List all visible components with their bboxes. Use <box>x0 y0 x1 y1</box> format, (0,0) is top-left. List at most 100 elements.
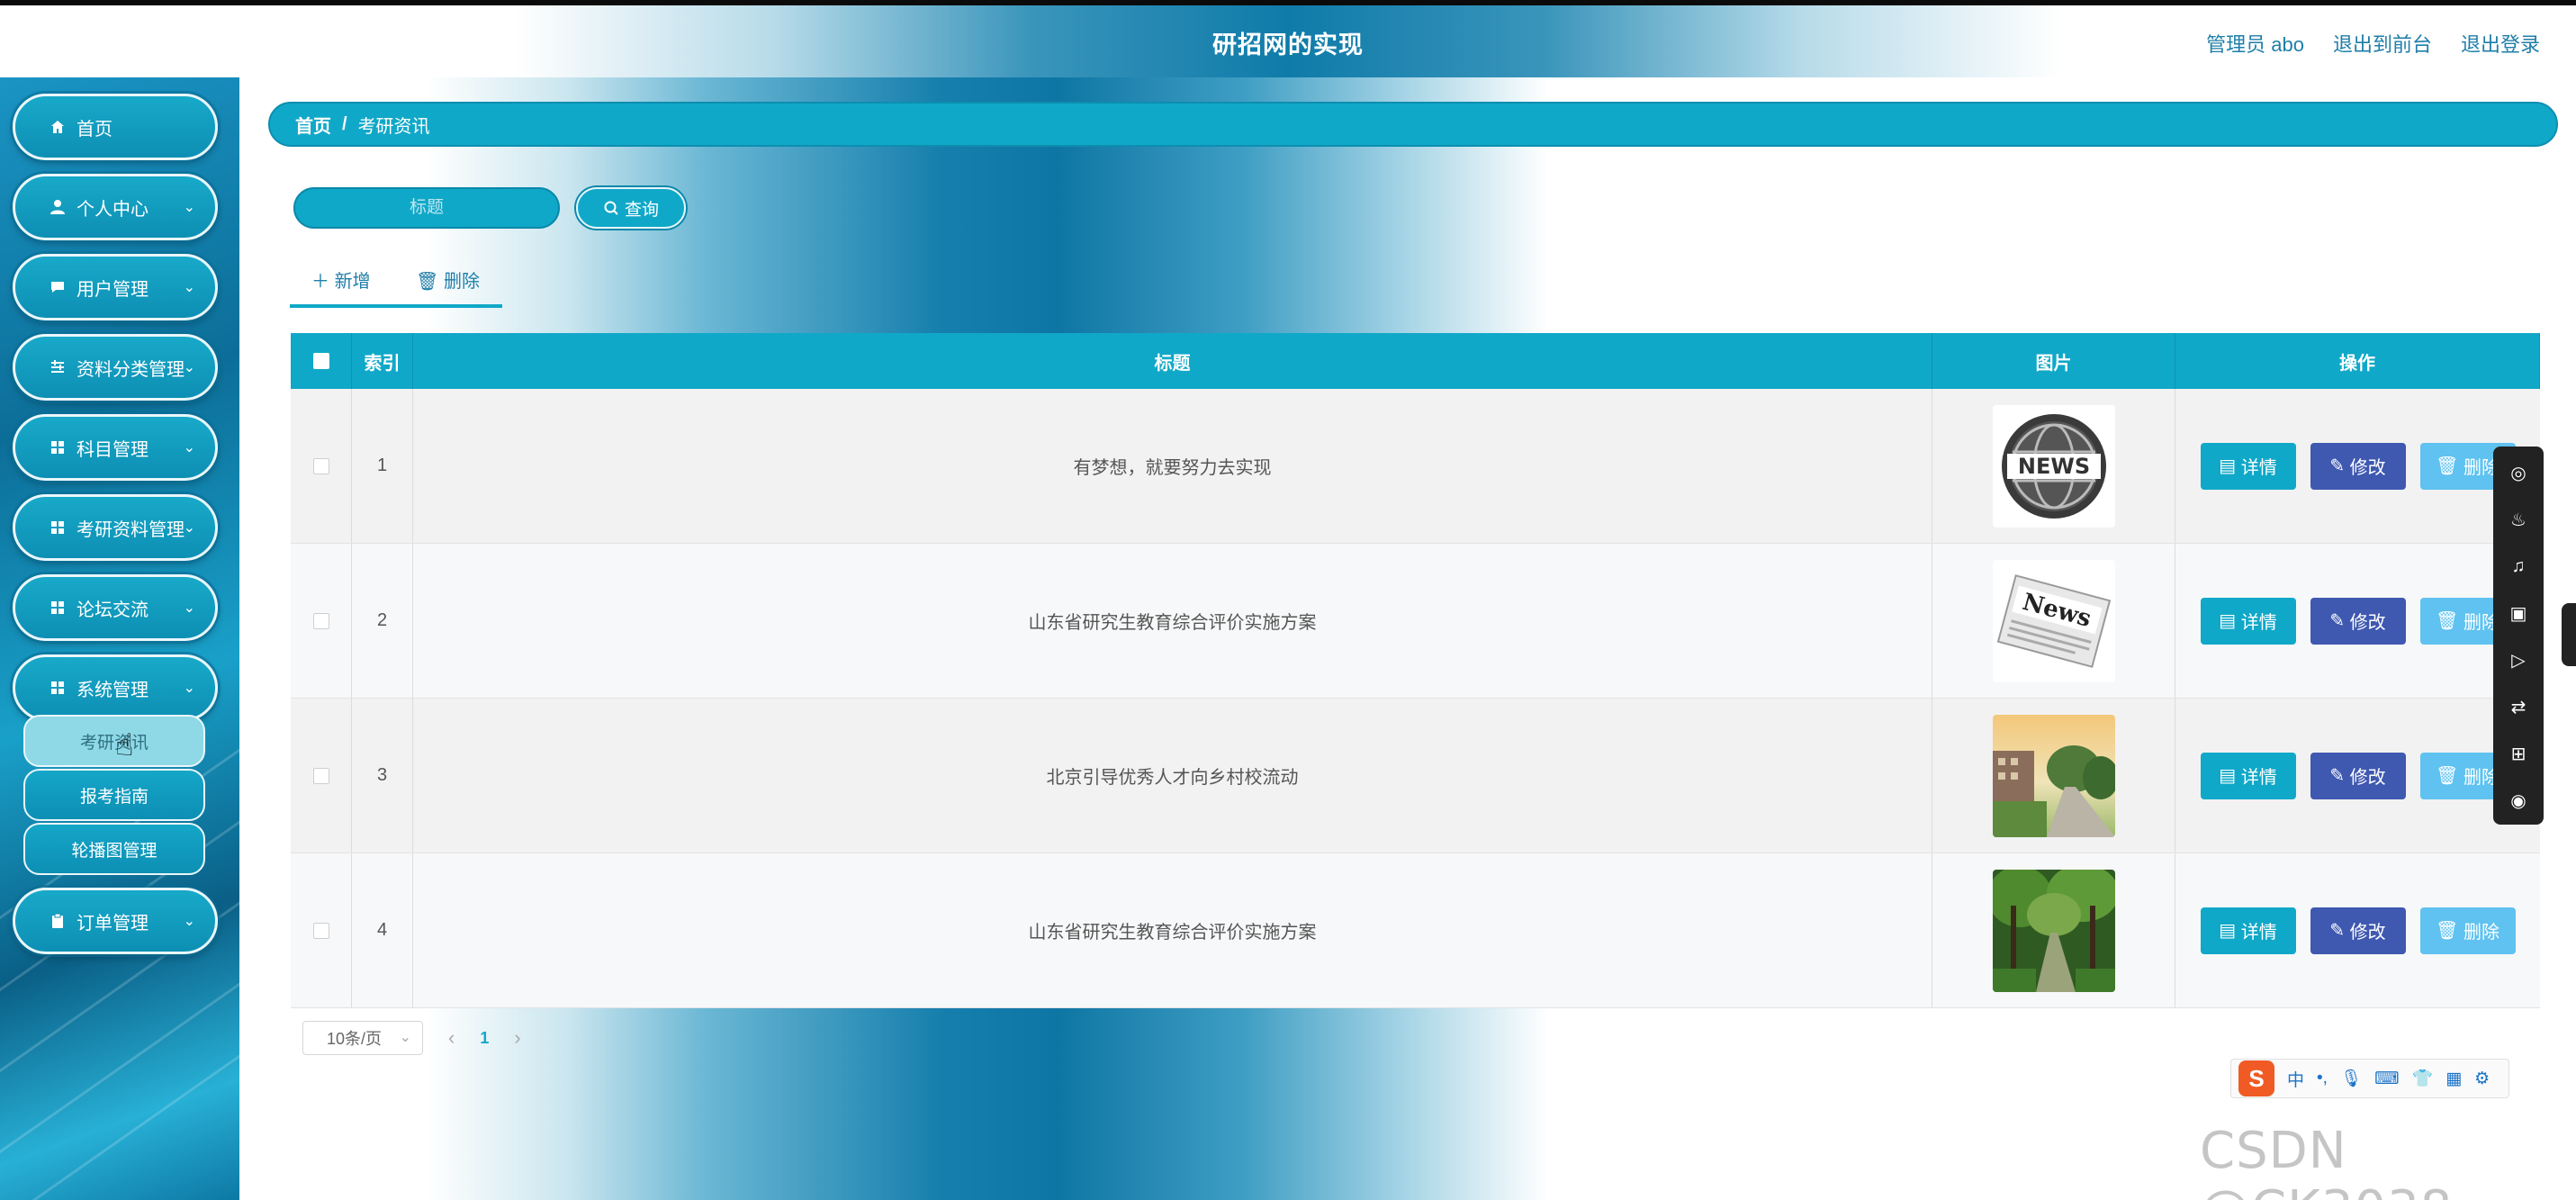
microphone-icon[interactable]: 🎙 <box>2340 1068 2362 1089</box>
hand-cursor-icon: ☝ <box>115 728 134 762</box>
row-check-cell <box>291 853 352 1007</box>
trash-icon: 🗑 <box>2436 921 2463 941</box>
logout-link[interactable]: 退出登录 <box>2461 29 2540 58</box>
main-content: 首页 / 考研资讯 标题 查询 ＋ 新增 🗑 删除 索引 标题 图片 操作 1 … <box>239 77 2576 1200</box>
flame-icon[interactable]: ♨ <box>2506 506 2531 533</box>
watermark: CSDN @CK3038 <box>2200 1122 2452 1200</box>
page-size-select[interactable]: 10条/页 ⌄ <box>302 1021 423 1055</box>
pagination: 10条/页 ⌄ ‹ 1 › <box>302 1021 521 1055</box>
edit-button-label: 修改 <box>2349 613 2386 633</box>
bulk-delete-button[interactable]: 🗑 删除 <box>416 266 480 293</box>
header-select-all[interactable] <box>291 333 352 389</box>
sidebar-item-label: 考研资料管理 <box>77 519 185 540</box>
apps-grid-icon[interactable]: ▦ <box>2445 1069 2462 1089</box>
compress-icon[interactable]: ⊞ <box>2506 740 2531 767</box>
title-search-input[interactable]: 标题 <box>293 187 560 229</box>
row-checkbox[interactable] <box>312 922 329 939</box>
detail-button[interactable]: ▤ 详情 <box>2200 752 2296 799</box>
chevron-down-icon: ⌄ <box>183 360 195 375</box>
chevron-down-icon: ⌄ <box>183 200 195 215</box>
chevron-down-icon: ⌄ <box>183 681 195 696</box>
breadcrumb-separator: / <box>342 113 347 134</box>
row-checkbox[interactable] <box>312 457 329 474</box>
sidebar-item-label: 订单管理 <box>77 913 149 934</box>
newspaper-image: News <box>1992 559 2115 682</box>
prev-page-icon[interactable]: ‹ <box>448 1026 455 1050</box>
news-globe-image: NEWS <box>1992 404 2115 528</box>
row-title: 山东省研究生教育综合评价实施方案 <box>413 544 1932 698</box>
add-button[interactable]: ＋ 新增 <box>311 266 371 293</box>
sidebar-item-home[interactable]: 首页 <box>13 94 218 160</box>
swap-icon[interactable]: ⇄ <box>2506 693 2531 720</box>
detail-button-label: 详情 <box>2240 923 2277 943</box>
sidebar-item-category-management[interactable]: 资料分类管理 ⌄ <box>13 334 218 401</box>
row-checkbox[interactable] <box>312 612 329 629</box>
play-file-icon[interactable]: ▷ <box>2506 646 2531 673</box>
submenu-item-guide[interactable]: 报考指南 <box>23 769 205 821</box>
table-row: 4 山东省研究生教育综合评价实施方案 ▤ 详情 ✎ 修改 🗑 删除 <box>291 853 2540 1008</box>
sidebar-item-order-management[interactable]: 订单管理 ⌄ <box>13 888 218 954</box>
sidebar-item-label: 资料分类管理 <box>77 359 185 380</box>
shirt-icon[interactable]: 👕 <box>2412 1068 2434 1089</box>
table-row: 2 山东省研究生教育综合评价实施方案 News ▤ 详情 ✎ 修改 🗑 删除 <box>291 544 2540 699</box>
tools-icon[interactable]: ⚙ <box>2474 1069 2490 1089</box>
sidebar-item-forum[interactable]: 论坛交流 ⌄ <box>13 574 218 641</box>
sidebar-item-system-management[interactable]: 系统管理 ⌄ <box>13 654 218 721</box>
search-lens-icon[interactable]: ◎ <box>2506 459 2531 486</box>
row-image-cell: NEWS <box>1932 389 2175 543</box>
chat-icon <box>48 277 68 297</box>
row-index: 1 <box>352 389 413 543</box>
floating-toolbar-handle[interactable] <box>2562 603 2576 666</box>
edit-button-label: 修改 <box>2349 768 2386 788</box>
ime-mode[interactable]: 中 <box>2287 1067 2304 1091</box>
row-image-cell <box>1932 699 2175 853</box>
row-title: 北京引导优秀人才向乡村校流动 <box>413 699 1932 853</box>
submenu-item-news[interactable]: 考研资讯 <box>23 715 205 767</box>
header-user-actions: 管理员 abo 退出到前台 退出登录 <box>2206 29 2540 58</box>
trash-icon: 🗑 <box>2436 456 2463 476</box>
select-all-checkbox[interactable] <box>312 353 329 369</box>
page-number[interactable]: 1 <box>480 1029 489 1048</box>
sidebar-item-user-management[interactable]: 用户管理 ⌄ <box>13 254 218 320</box>
next-page-icon[interactable]: › <box>514 1026 520 1050</box>
ime-punct[interactable]: •, <box>2317 1069 2328 1088</box>
delete-button[interactable]: 🗑 删除 <box>2419 907 2516 954</box>
breadcrumb-current: 考研资讯 <box>357 116 430 137</box>
sidebar-item-material-management[interactable]: 考研资料管理 ⌄ <box>13 494 218 561</box>
keyboard-icon[interactable]: ⌨ <box>2374 1069 2399 1089</box>
edit-button[interactable]: ✎ 修改 <box>2310 597 2406 645</box>
admin-user-label[interactable]: 管理员 abo <box>2206 29 2304 58</box>
back-to-front-link[interactable]: 退出到前台 <box>2333 29 2432 58</box>
edit-button[interactable]: ✎ 修改 <box>2310 442 2406 490</box>
search-button[interactable]: 查询 <box>576 187 686 229</box>
grid-icon <box>48 438 68 457</box>
search-button-label: 查询 <box>624 200 659 220</box>
row-image-cell <box>1932 853 2175 1007</box>
camera-icon[interactable]: ◉ <box>2506 787 2531 814</box>
delete-button-label: 删除 <box>2463 923 2499 943</box>
chevron-down-icon: ⌄ <box>183 280 195 295</box>
document-icon: ▤ <box>2219 456 2241 476</box>
edit-button[interactable]: ✎ 修改 <box>2310 752 2406 799</box>
sidebar-item-label: 系统管理 <box>77 680 149 700</box>
row-checkbox[interactable] <box>312 767 329 784</box>
row-check-cell <box>291 389 352 543</box>
row-title: 有梦想，就要努力去实现 <box>413 389 1932 543</box>
detail-button[interactable]: ▤ 详情 <box>2200 597 2296 645</box>
header-actions: 操作 <box>2175 333 2540 389</box>
submenu-item-carousel[interactable]: 轮播图管理 <box>23 823 205 875</box>
pencil-icon: ✎ <box>2329 921 2350 941</box>
detail-button[interactable]: ▤ 详情 <box>2200 907 2296 954</box>
breadcrumb-home[interactable]: 首页 <box>295 112 331 138</box>
edit-button-label: 修改 <box>2349 923 2386 943</box>
video-add-icon[interactable]: ▣ <box>2506 600 2531 627</box>
headphones-icon[interactable]: ♫ <box>2506 553 2531 580</box>
chevron-down-icon: ⌄ <box>183 440 195 456</box>
row-actions: ▤ 详情 ✎ 修改 🗑 删除 <box>2175 544 2540 698</box>
search-icon <box>603 200 619 216</box>
sidebar-item-subject-management[interactable]: 科目管理 ⌄ <box>13 414 218 481</box>
sogou-logo-icon[interactable]: S <box>2238 1060 2274 1096</box>
detail-button[interactable]: ▤ 详情 <box>2200 442 2296 490</box>
sidebar-item-personal-center[interactable]: 个人中心 ⌄ <box>13 174 218 240</box>
edit-button[interactable]: ✎ 修改 <box>2310 907 2406 954</box>
